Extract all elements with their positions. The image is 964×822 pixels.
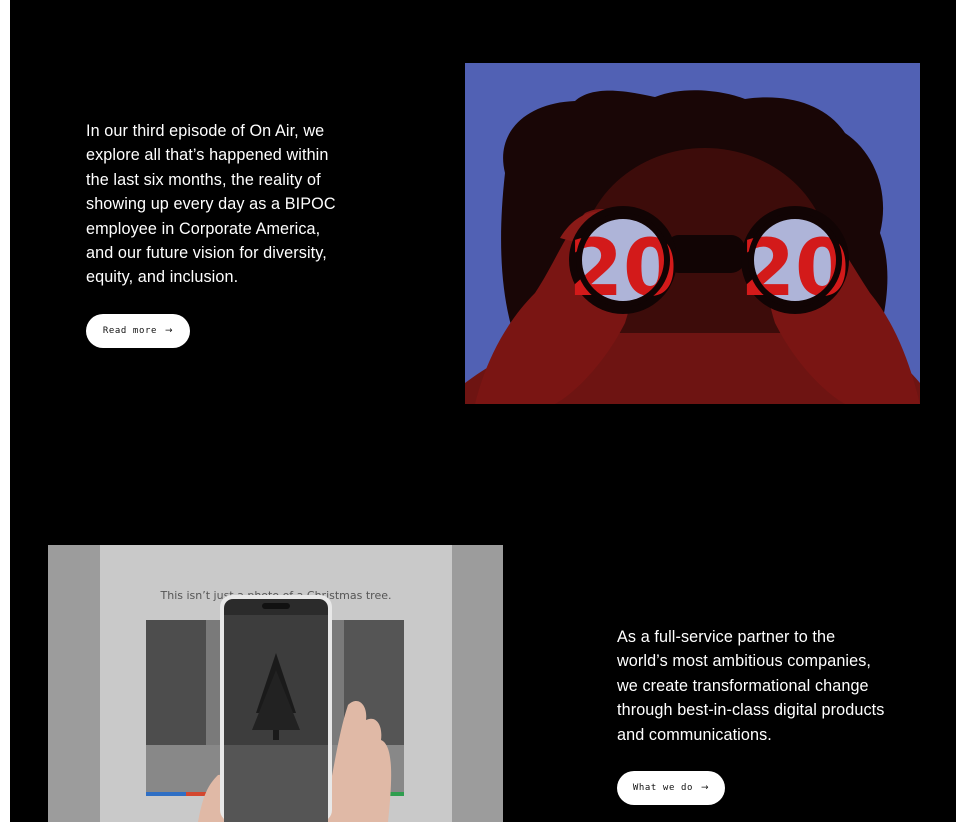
what-we-do-button[interactable]: What we do → — [617, 771, 725, 805]
binoculars-illustration[interactable]: 20 20 — [465, 63, 920, 404]
arrow-right-icon: → — [165, 326, 174, 336]
section-description: As a full-service partner to the world’s… — [617, 628, 885, 744]
christmas-tree-phone-image[interactable]: This isn’t just a photo of a Christmas t… — [48, 545, 503, 822]
section-description: In our third episode of On Air, we explo… — [86, 122, 336, 287]
button-label: What we do — [632, 783, 694, 793]
arrow-right-icon: → — [701, 783, 710, 793]
read-more-button[interactable]: Read more → — [86, 314, 190, 348]
window-edge — [956, 0, 964, 822]
button-label: Read more — [102, 326, 157, 336]
page-content: In our third episode of On Air, we explo… — [10, 0, 956, 822]
